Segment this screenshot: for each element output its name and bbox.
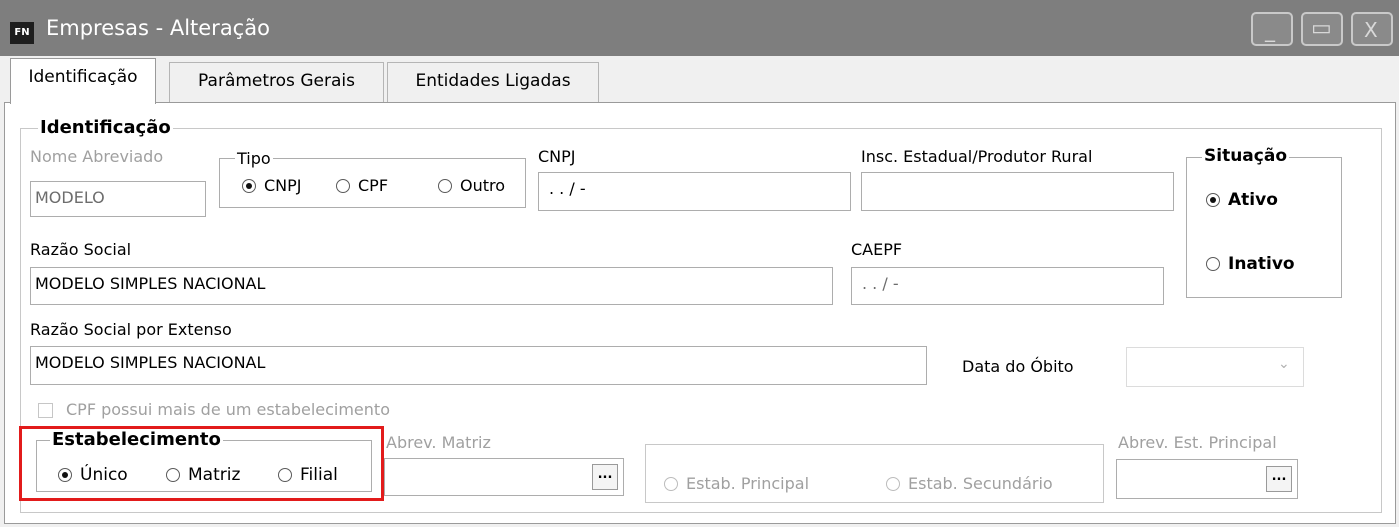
razao-social-extenso-field[interactable]: MODELO SIMPLES NACIONAL [30,346,927,385]
tipo-cpf-radio[interactable]: CPF [336,176,388,195]
estab-principal-label: Estab. Principal [686,474,810,493]
tipo-outro-label: Outro [460,176,506,195]
situacao-group [1186,157,1342,298]
app-icon: FN [10,22,34,44]
cpf-multi-label: CPF possui mais de um estabelecimento [66,400,390,419]
window-title: Empresas - Alteração [46,16,270,40]
insc-estadual-label: Insc. Estadual/Produtor Rural [861,147,1093,166]
razao-social-label: Razão Social [30,240,132,259]
situacao-ativo-label: Ativo [1228,190,1278,210]
cpf-multi-checkbox[interactable] [38,403,53,418]
radio-selected-icon [242,178,256,193]
minimize-button[interactable]: _ [1251,12,1293,46]
close-icon: X [1364,18,1378,42]
situacao-inativo-radio[interactable]: Inativo [1206,254,1295,274]
annotation-highlight-box [19,426,384,501]
abrev-est-principal-label: Abrev. Est. Principal [1118,433,1277,452]
insc-estadual-field[interactable] [861,172,1174,211]
tab-parametros-gerais[interactable]: Parâmetros Gerais [169,62,384,102]
situacao-ativo-radio[interactable]: Ativo [1206,190,1278,210]
minimize-icon: _ [1265,18,1275,42]
abrev-matriz-label: Abrev. Matriz [386,433,491,452]
cnpj-field[interactable]: . . / - [538,172,851,211]
abrev-matriz-field[interactable] [384,458,624,496]
radio-icon [1206,257,1220,271]
abrev-est-principal-lookup-button[interactable]: ... [1266,466,1292,492]
data-obito-label: Data do Óbito [962,357,1074,376]
tab-identificacao[interactable]: Identificação [10,58,156,104]
caepf-label: CAEPF [851,240,903,259]
tipo-cpf-label: CPF [358,176,389,195]
maximize-icon: ▭ [1311,16,1332,41]
radio-icon [886,476,900,491]
radio-icon [664,476,678,491]
cnpj-label: CNPJ [538,147,576,166]
tipo-cnpj-radio[interactable]: CNPJ [242,176,302,195]
tipo-outro-radio[interactable]: Outro [438,176,505,195]
chevron-down-icon[interactable]: ⌄ [1278,356,1290,372]
radio-icon [336,178,350,193]
window-titlebar: FN Empresas - Alteração _ ▭ X [0,0,1399,56]
radio-selected-icon [1206,193,1220,207]
razao-social-field[interactable]: MODELO SIMPLES NACIONAL [30,267,833,305]
estab-secundario-radio[interactable]: Estab. Secundário [886,474,1053,493]
tipo-cnpj-label: CNPJ [264,176,302,195]
estab-principal-radio[interactable]: Estab. Principal [664,474,809,493]
tab-entidades-ligadas[interactable]: Entidades Ligadas [387,62,599,102]
close-button[interactable]: X [1351,12,1393,46]
nome-abreviado-field[interactable]: MODELO [30,181,206,217]
estab-secundario-label: Estab. Secundário [908,474,1053,493]
maximize-button[interactable]: ▭ [1301,12,1343,46]
situacao-inativo-label: Inativo [1228,254,1295,274]
nome-abreviado-label: Nome Abreviado [30,147,164,166]
abrev-matriz-lookup-button[interactable]: ... [592,464,618,490]
situacao-group-title: Situação [1202,146,1289,166]
razao-social-extenso-label: Razão Social por Extenso [30,320,232,339]
caepf-field[interactable]: . . / - [851,267,1164,305]
radio-icon [438,178,452,193]
identificacao-group-title: Identificação [38,117,173,138]
tipo-group-title: Tipo [235,149,273,168]
